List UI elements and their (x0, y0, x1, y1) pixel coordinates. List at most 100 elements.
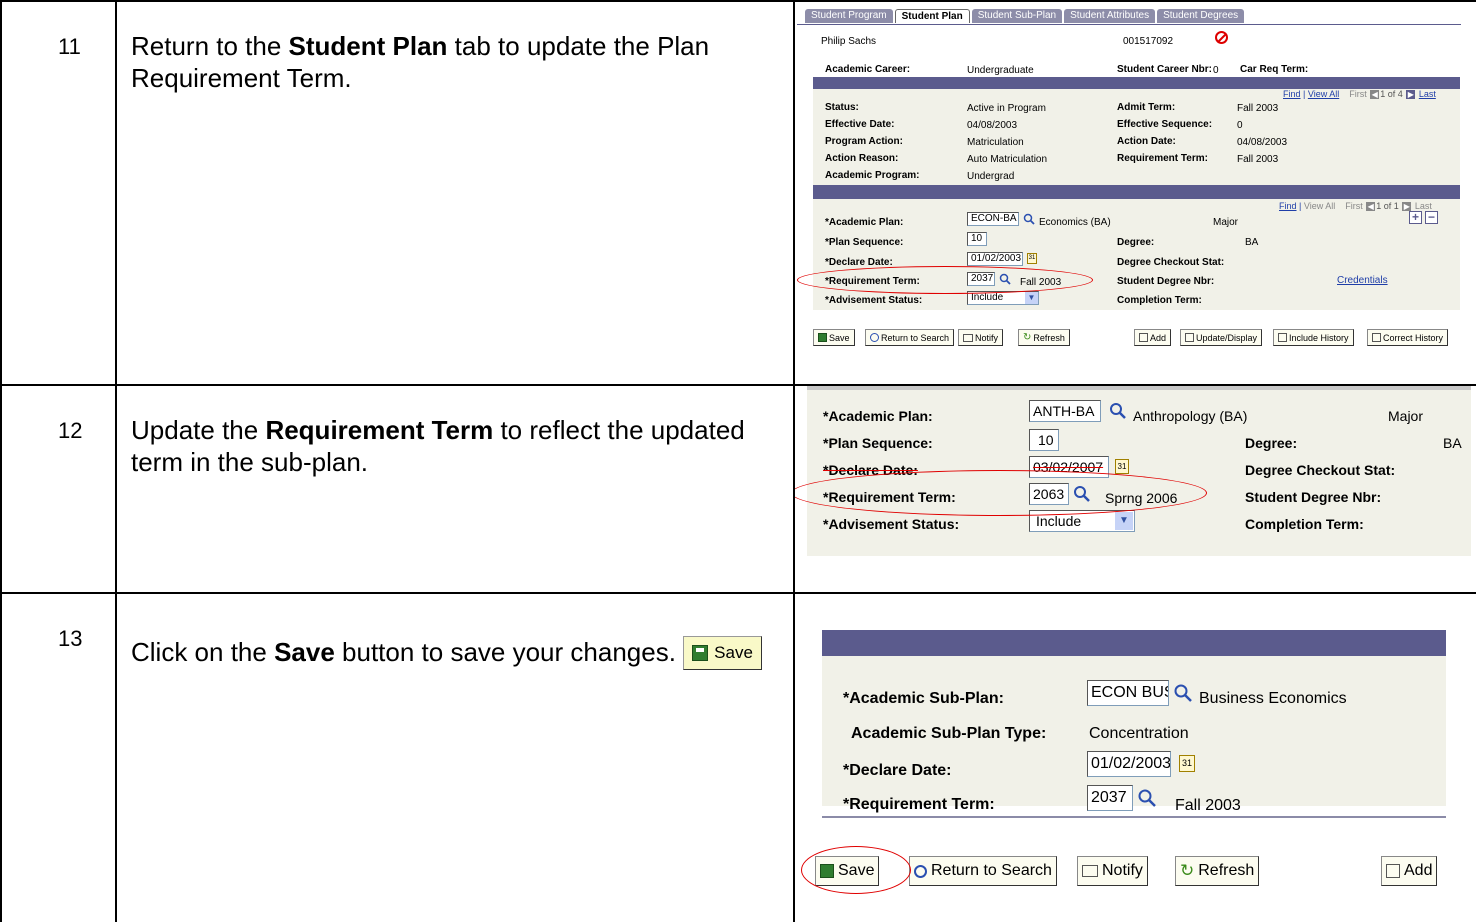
effective-seq-value: 0 (1237, 120, 1243, 131)
refresh-button[interactable]: ↻ Refresh (1175, 856, 1260, 886)
search-icon[interactable] (1109, 402, 1127, 423)
find-link[interactable]: Find (1283, 89, 1301, 99)
tab-bar: Student Program Student Plan Student Sub… (805, 9, 1245, 23)
step-row-11: 11 Return to the Student Plan tab to upd… (0, 0, 1476, 386)
tab-student-sub-plan[interactable]: Student Sub-Plan (971, 9, 1063, 23)
requirement-term-value: Fall 2003 (1237, 154, 1279, 165)
academic-plan-input[interactable]: ANTH-BA (1029, 400, 1101, 422)
search-icon[interactable] (1137, 788, 1157, 813)
delete-row-icon[interactable]: − (1425, 211, 1438, 224)
instruction-text: Click on the (131, 637, 275, 667)
action-reason-label: Action Reason: (825, 153, 899, 164)
career-nbr-label: Student Career Nbr: (1117, 64, 1213, 75)
find-link[interactable]: Find (1279, 201, 1297, 211)
advisement-status-label: *Advisement Status: (823, 516, 960, 532)
career-nbr-value: 0 (1213, 65, 1219, 76)
action-reason-value: Auto Matriculation (967, 154, 1048, 165)
status-label: Status: (825, 102, 859, 113)
tab-student-program[interactable]: Student Program (805, 9, 893, 23)
refresh-button[interactable]: ↻ Refresh (1018, 329, 1070, 346)
update-display-button[interactable]: Update/Display (1180, 329, 1263, 346)
highlight-oval (801, 846, 911, 894)
add-button[interactable]: Add (1134, 329, 1172, 346)
declare-date-input[interactable]: 01/02/2003 (967, 252, 1023, 266)
search-icon (870, 333, 879, 342)
sub-plan-band (822, 630, 1446, 656)
notify-button[interactable]: Notify (1077, 856, 1148, 886)
return-to-search-button[interactable]: Return to Search (865, 329, 955, 346)
add-icon (1386, 864, 1400, 878)
degree-value: BA (1245, 237, 1259, 248)
refresh-icon: ↻ (1180, 861, 1195, 880)
completion-term-label: Completion Term: (1245, 516, 1364, 532)
effective-seq-label: Effective Sequence: (1117, 119, 1213, 130)
notify-button[interactable]: Notify (958, 329, 1004, 346)
include-history-button[interactable]: Include History (1273, 329, 1354, 346)
student-name: Philip Sachs (821, 36, 877, 47)
next-icon: ▶ (1402, 202, 1412, 212)
academic-sub-plan-type-label: Academic Sub-Plan Type: (851, 725, 1047, 742)
academic-plan-label: *Academic Plan: (823, 408, 933, 424)
declare-date-input[interactable]: 01/02/2003 (1087, 751, 1171, 777)
calendar-icon[interactable]: 31 (1027, 253, 1037, 264)
step-row-12: 12 Update the Requirement Term to reflec… (0, 384, 1476, 594)
academic-program-value: Undergrad (967, 171, 1015, 182)
next-icon[interactable]: ▶ (1406, 90, 1416, 100)
include-history-icon (1278, 333, 1287, 342)
student-degree-nbr-label: Student Degree Nbr: (1117, 276, 1215, 287)
plan-sequence-input[interactable]: 10 (1029, 429, 1059, 451)
admit-term-value: Fall 2003 (1237, 103, 1279, 114)
plan-nav-band (813, 185, 1460, 199)
highlight-oval (796, 470, 1207, 516)
requirement-term-input[interactable]: 2037 (1087, 785, 1133, 811)
program-nav: Find | View All First ◀ 1 of 4 ▶ Last (1283, 89, 1436, 100)
car-req-term-label: Car Req Term: (1240, 64, 1309, 75)
program-action-value: Matriculation (967, 137, 1024, 148)
plan-sequence-input[interactable]: 10 (967, 232, 987, 246)
calendar-icon[interactable]: 31 (1115, 459, 1129, 474)
step-number: 13 (0, 592, 117, 922)
search-icon[interactable] (1173, 683, 1193, 708)
search-icon[interactable] (1023, 213, 1035, 228)
instruction-text: Update the (131, 415, 266, 445)
student-degree-nbr-label: Student Degree Nbr: (1245, 489, 1382, 505)
tab-student-degrees[interactable]: Student Degrees (1157, 9, 1245, 23)
correct-history-button[interactable]: Correct History (1367, 329, 1449, 346)
instruction-text: button to save your changes. (334, 637, 676, 667)
credentials-link[interactable]: Credentials (1337, 275, 1388, 286)
save-icon (818, 333, 827, 342)
view-all-link[interactable]: View All (1308, 89, 1339, 99)
calendar-icon[interactable]: 31 (1179, 755, 1195, 772)
academic-sub-plan-input[interactable]: ECON BUSEC (1087, 680, 1169, 706)
add-row-icon[interactable]: + (1409, 211, 1422, 224)
add-icon (1139, 333, 1148, 342)
academic-plan-input[interactable]: ECON-BA (967, 212, 1019, 226)
instruction-bold-text: Requirement Term (265, 415, 494, 445)
tab-student-plan[interactable]: Student Plan (894, 9, 970, 23)
prev-icon[interactable]: ◀ (1370, 90, 1380, 100)
step-number: 11 (0, 0, 117, 386)
requirement-term-label: *Requirement Term: (843, 796, 995, 813)
screenshot-requirement-term: *Academic Plan: ANTH-BA Anthropology (BA… (793, 384, 1476, 594)
save-button[interactable]: Save (813, 329, 855, 346)
plan-sequence-label: *Plan Sequence: (825, 237, 904, 248)
student-id: 001517092 (1123, 36, 1174, 47)
instruction-text: Return to the (131, 31, 289, 61)
save-icon (692, 645, 709, 661)
instruction-bold-text: Save (274, 637, 335, 667)
last-link[interactable]: Last (1419, 89, 1436, 99)
plan-sequence-label: *Plan Sequence: (823, 435, 933, 451)
step-instruction: Update the Requirement Term to reflect t… (115, 384, 795, 594)
plan-type: Major (1213, 217, 1239, 228)
add-button[interactable]: Add (1381, 856, 1438, 886)
academic-plan-desc: Anthropology (BA) (1133, 408, 1248, 424)
step-number: 12 (0, 384, 117, 594)
academic-sub-plan-type-value: Concentration (1089, 725, 1189, 742)
return-to-search-button[interactable]: Return to Search (909, 856, 1057, 886)
tab-student-attributes[interactable]: Student Attributes (1064, 9, 1156, 23)
academic-plan-desc: Economics (BA) (1039, 217, 1111, 228)
instruction-bold-text: Student Plan (288, 31, 448, 61)
highlight-oval (797, 266, 1093, 294)
refresh-icon: ↻ (1023, 332, 1032, 343)
action-date-value: 04/08/2003 (1237, 137, 1288, 148)
